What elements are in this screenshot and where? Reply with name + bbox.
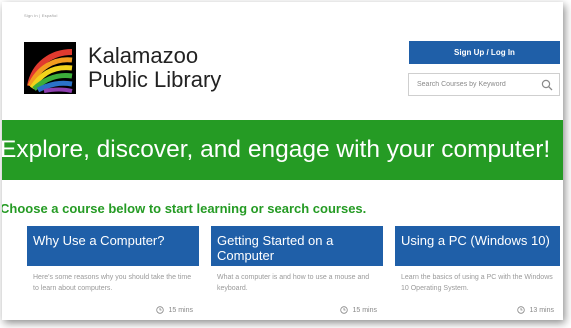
course-title[interactable]: Getting Started on a Computer [211, 226, 383, 266]
course-description: Here's some reasons why you should take … [33, 274, 192, 292]
clock-icon [340, 306, 349, 314]
course-duration-text: 15 mins [168, 306, 193, 314]
clock-icon [517, 306, 526, 314]
hero-headline: Explore, discover, and engage with your … [2, 136, 551, 163]
course-title[interactable]: Using a PC (Windows 10) [395, 226, 560, 266]
course-card[interactable]: Getting Started on a Computer What a com… [211, 226, 383, 320]
course-card[interactable]: Why Use a Computer? Here's some reasons … [27, 226, 199, 320]
course-prompt-heading: Choose a course below to start learning … [2, 201, 367, 216]
clock-icon [156, 306, 165, 314]
library-name[interactable]: Kalamazoo Public Library [88, 44, 221, 92]
course-description: Learn the basics of using a PC with the … [401, 274, 553, 292]
signup-login-button[interactable]: Sign Up / Log In [409, 41, 560, 64]
course-card[interactable]: Using a PC (Windows 10) Learn the basics… [395, 226, 560, 320]
library-logo-icon[interactable] [24, 42, 76, 94]
search-icon[interactable] [541, 79, 553, 91]
top-utility-links[interactable]: Sign In | Español [24, 13, 58, 18]
course-search-input[interactable] [415, 80, 539, 89]
course-duration-text: 15 mins [352, 306, 377, 314]
course-duration: 15 mins [340, 306, 377, 314]
course-description: What a computer is and how to use a mous… [217, 274, 370, 292]
hero-banner: Explore, discover, and engage with your … [2, 120, 563, 180]
page-frame: Sign In | Español Kalamazoo Public Libra… [2, 2, 563, 320]
library-name-line1: Kalamazoo [88, 43, 199, 68]
course-title[interactable]: Why Use a Computer? [27, 226, 199, 266]
course-search-box[interactable] [408, 73, 560, 96]
course-duration: 15 mins [156, 306, 193, 314]
course-duration: 13 mins [517, 306, 554, 314]
course-duration-text: 13 mins [529, 306, 554, 314]
library-name-line2: Public Library [88, 67, 222, 92]
